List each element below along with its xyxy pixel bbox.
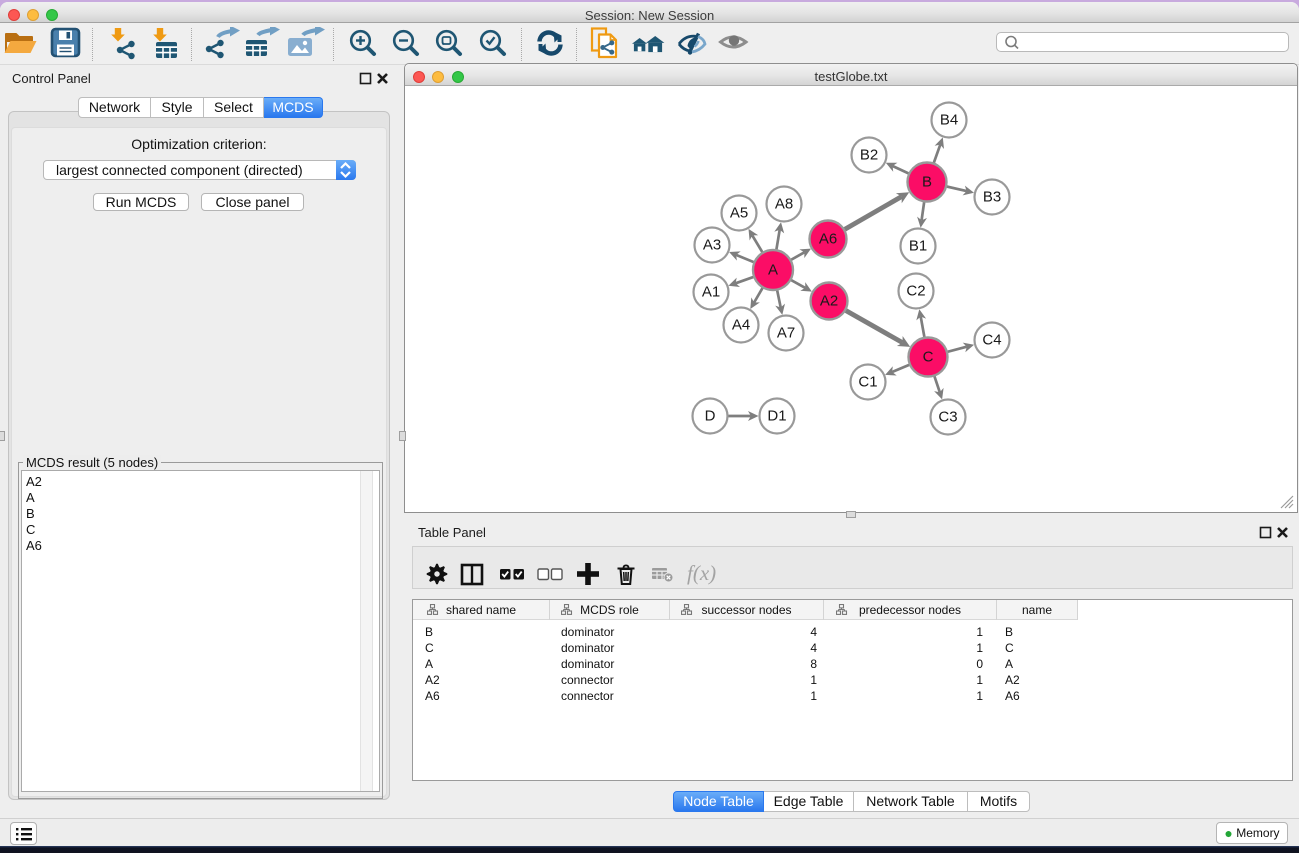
svg-text:A2: A2 [820, 293, 838, 310]
svg-text:D: D [705, 408, 716, 425]
svg-text:A8: A8 [775, 196, 793, 213]
svg-text:B4: B4 [940, 112, 958, 129]
svg-text:C1: C1 [858, 374, 877, 391]
svg-text:A1: A1 [702, 284, 720, 301]
svg-text:B3: B3 [983, 189, 1001, 206]
svg-text:C4: C4 [982, 332, 1001, 349]
svg-text:A7: A7 [777, 325, 795, 342]
svg-text:C: C [923, 349, 934, 366]
svg-text:B: B [922, 174, 932, 191]
svg-text:C2: C2 [906, 283, 925, 300]
svg-text:A5: A5 [730, 205, 748, 222]
svg-text:B1: B1 [909, 238, 927, 255]
svg-text:A3: A3 [703, 237, 721, 254]
svg-text:A6: A6 [819, 231, 837, 248]
svg-text:A4: A4 [732, 317, 750, 334]
svg-text:B2: B2 [860, 147, 878, 164]
svg-text:C3: C3 [938, 409, 957, 426]
svg-text:A: A [768, 262, 778, 279]
svg-text:D1: D1 [767, 408, 786, 425]
